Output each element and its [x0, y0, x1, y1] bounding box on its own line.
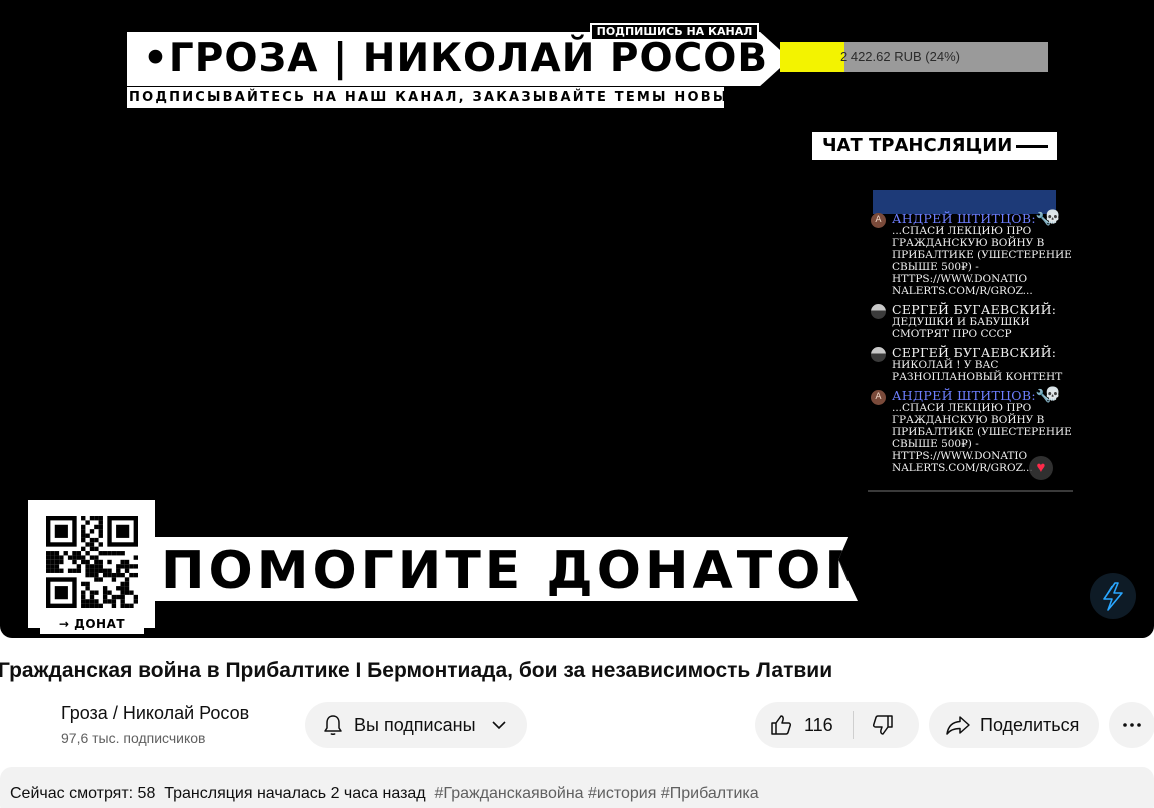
- share-button[interactable]: Поделиться: [929, 702, 1099, 748]
- chat-text: ДЕДУШКИ И БАБУШКИ СМОТРЯТ ПРО СССР: [892, 316, 1030, 340]
- like-count: 116: [804, 715, 833, 735]
- share-label: Поделиться: [980, 715, 1080, 735]
- channel-name[interactable]: Гроза / Николай Росов: [61, 702, 249, 724]
- subscribed-button[interactable]: Вы подписаны: [305, 702, 527, 748]
- chat-message: A АНДРЕЙ ШТИТЦОВ:🔧 💀 ...СПАСИ ЛЕКЦИЮ ПРО…: [868, 210, 1073, 297]
- description-box[interactable]: Сейчас смотрят: 58 Трансляция началась 2…: [0, 767, 1154, 808]
- skull-icon: 💀: [1044, 387, 1061, 402]
- video-title: Гражданская война в Прибалтике I Бермонт…: [0, 659, 833, 682]
- chat-text: НИКОЛАЙ ! У ВАС РАЗНОПЛАНОВЫЙ КОНТЕНТ: [892, 359, 1063, 383]
- donation-goal-bar: 2 422.62 RUB (24%): [780, 42, 1048, 72]
- video-player[interactable]: •ГРОЗА | НИКОЛАЙ РОСОВ ПОДПИШИСЬ НА КАНА…: [0, 0, 1154, 638]
- qr-code: [28, 500, 155, 628]
- thumbs-up-icon[interactable]: [769, 713, 793, 737]
- avatar: A: [871, 213, 886, 228]
- donation-goal-text: 2 422.62 RUB (24%): [840, 49, 960, 64]
- heart-icon[interactable]: ♥: [1029, 456, 1053, 480]
- bell-icon: [324, 715, 342, 735]
- subscribe-tag: ПОДПИШИСЬ НА КАНАЛ: [590, 23, 759, 41]
- skull-icon: 💀: [1044, 210, 1061, 225]
- viewer-count: Сейчас смотрят: 58: [10, 785, 156, 802]
- stream-start-time: Трансляция началась 2 часа назад: [164, 785, 426, 802]
- chevron-down-icon: [492, 721, 506, 730]
- like-dislike-bar: 116: [755, 702, 919, 748]
- subscribed-label: Вы подписаны: [354, 715, 476, 735]
- divider: [853, 711, 854, 739]
- ticker-banner: ПОДПИСЫВАЙТЕСЬ НА НАШ КАНАЛ, ЗАКАЗЫВАЙТЕ…: [127, 87, 724, 108]
- share-icon: [946, 716, 970, 735]
- avatar: A: [871, 390, 886, 405]
- chat-header-label: ЧАТ ТРАНСЛЯЦИИ: [822, 135, 1013, 156]
- more-horizontal-icon: [1123, 723, 1141, 727]
- ticker-text: ПОДПИСЫВАЙТЕСЬ НА НАШ КАНАЛ, ЗАКАЗЫВАЙТЕ…: [129, 90, 724, 105]
- chat-feed: A АНДРЕЙ ШТИТЦОВ:🔧 💀 ...СПАСИ ЛЕКЦИЮ ПРО…: [868, 210, 1073, 492]
- chat-header: ЧАТ ТРАНСЛЯЦИИ: [812, 132, 1057, 160]
- donation-goal-fill: [780, 42, 845, 72]
- qr-caption: → ДОНАТ: [40, 614, 144, 634]
- chat-message: СЕРГЕЙ БУГАЕВСКИЙ: НИКОЛАЙ ! У ВАС РАЗНО…: [868, 346, 1073, 383]
- donate-banner: ПОМОГИТЕ ДОНАТОМ: [155, 537, 858, 601]
- chat-message: СЕРГЕЙ БУГАЕВСКИЙ: ДЕДУШКИ И БАБУШКИ СМО…: [868, 303, 1073, 340]
- chat-text: ...СПАСИ ЛЕКЦИЮ ПРО ГРАЖДАНСКУЮ ВОЙНУ В …: [892, 225, 1072, 297]
- chat-author: СЕРГЕЙ БУГАЕВСКИЙ:: [892, 302, 1057, 317]
- avatar: [871, 304, 886, 319]
- subscriber-count: 97,6 тыс. подписчиков: [61, 730, 206, 746]
- thumbs-down-icon[interactable]: [871, 713, 895, 737]
- donate-banner-text: ПОМОГИТЕ ДОНАТОМ: [161, 541, 881, 601]
- chat-author: СЕРГЕЙ БУГАЕВСКИЙ:: [892, 345, 1057, 360]
- lightning-icon[interactable]: [1090, 573, 1136, 619]
- qr-code-icon: [46, 516, 138, 608]
- description-meta: Сейчас смотрят: 58 Трансляция началась 2…: [10, 783, 759, 805]
- hashtags[interactable]: #Гражданскаявойна #история #Прибалтика: [435, 785, 759, 802]
- avatar: [871, 347, 886, 362]
- more-actions-button[interactable]: [1109, 702, 1154, 748]
- chat-header-dash: [1016, 145, 1048, 148]
- stream-title: •ГРОЗА | НИКОЛАЙ РОСОВ: [143, 36, 769, 81]
